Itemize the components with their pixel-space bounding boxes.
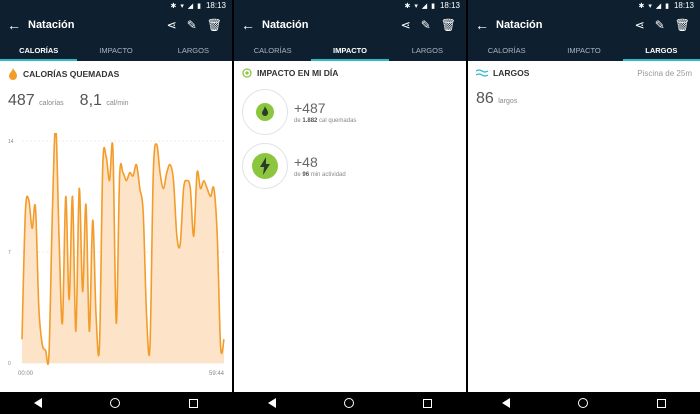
nav-home-icon[interactable] — [110, 398, 121, 408]
tab-largos[interactable]: LARGOS — [155, 39, 232, 61]
tab-bar: CALORÍAS IMPACTO LARGOS — [234, 39, 466, 61]
page-title: Natación — [28, 19, 75, 31]
edit-icon[interactable]: ✎ — [655, 18, 665, 32]
nav-back-icon[interactable] — [502, 398, 511, 408]
impact-ring — [242, 89, 288, 135]
status-time: 18:13 — [673, 1, 694, 10]
tab-impacto[interactable]: IMPACTO — [545, 39, 622, 61]
back-arrow-icon[interactable]: ← — [468, 17, 496, 33]
tab-largos[interactable]: LARGOS — [622, 39, 700, 61]
delete-icon[interactable]: 🗑 — [441, 18, 456, 32]
status-icons: ✱ ▾ ◢ ▮ — [170, 2, 202, 10]
largos-content: LARGOS Piscina de 25m 86 largos — [468, 61, 700, 392]
tab-impacto[interactable]: IMPACTO — [311, 39, 389, 61]
pool-length: Piscina de 25m — [637, 68, 692, 78]
impact-value: +48 — [294, 154, 318, 170]
section-title: LARGOS — [493, 68, 530, 78]
x-tick-label: 00:00 — [18, 371, 34, 377]
impact-detail: de 96 min actividad — [294, 172, 346, 178]
edit-icon[interactable]: ✎ — [187, 18, 197, 32]
screen-calorias: ✱ ▾ ◢ ▮ 18:13 ← Natación ⋖ ✎ 🗑 CALORÍAS … — [0, 0, 232, 414]
page-title: Natación — [262, 19, 309, 31]
app-bar: ← Natación ⋖ ✎ 🗑 — [0, 11, 232, 39]
nav-bar — [468, 392, 700, 414]
status-time: 18:13 — [439, 1, 460, 10]
section-header: CALORÍAS QUEMADAS — [0, 61, 232, 80]
share-icon[interactable]: ⋖ — [401, 18, 411, 32]
impact-detail: de 1.882 cal quemadas — [294, 118, 357, 124]
nav-recents-icon[interactable] — [188, 398, 198, 408]
tab-calorias[interactable]: CALORÍAS — [468, 39, 545, 61]
section-title: CALORÍAS QUEMADAS — [23, 69, 120, 79]
tab-bar: CALORÍAS IMPACTO LARGOS — [0, 39, 232, 61]
status-icons: ✱ ▾ ◢ ▮ — [404, 2, 436, 10]
laps-stats: 86 largos — [468, 78, 700, 108]
tab-impacto[interactable]: IMPACTO — [77, 39, 154, 61]
calorie-stats: 487 calorías 8,1 cal/min — [0, 80, 232, 110]
y-tick-label: 7 — [8, 250, 11, 256]
impacto-content: IMPACTO EN MI DÍA +487 de 1.882 cal quem… — [234, 61, 466, 392]
delete-icon[interactable]: 🗑 — [207, 18, 222, 32]
status-bar: ✱ ▾ ◢ ▮ 18:13 — [234, 0, 466, 11]
tab-bar: CALORÍAS IMPACTO LARGOS — [468, 39, 700, 61]
lightning-icon — [252, 153, 278, 179]
calories-chart: 14 7 0 00:00 59:44 — [8, 133, 225, 377]
screen-impacto: ✱ ▾ ◢ ▮ 18:13 ← Natación ⋖ ✎ 🗑 CALORÍAS … — [234, 0, 466, 414]
status-bar: ✱ ▾ ◢ ▮ 18:13 — [468, 0, 700, 11]
tab-largos[interactable]: LARGOS — [389, 39, 466, 61]
section-title: IMPACTO EN MI DÍA — [257, 68, 339, 78]
nav-recents-icon[interactable] — [422, 398, 432, 408]
nav-home-icon[interactable] — [578, 398, 589, 408]
nav-bar — [234, 392, 466, 414]
calorias-content: CALORÍAS QUEMADAS 487 calorías 8,1 cal/m… — [0, 61, 232, 392]
x-tick-label: 59:44 — [209, 371, 225, 377]
screen-largos: ✱ ▾ ◢ ▮ 18:13 ← Natación ⋖ ✎ 🗑 CALORÍAS … — [468, 0, 700, 414]
y-tick-label: 14 — [8, 139, 14, 145]
delete-icon[interactable]: 🗑 — [675, 18, 690, 32]
calorie-rate: 8,1 — [79, 92, 102, 109]
y-tick-label: 0 — [8, 361, 11, 367]
impact-ring — [242, 143, 288, 189]
back-arrow-icon[interactable]: ← — [0, 17, 28, 33]
share-icon[interactable]: ⋖ — [635, 18, 645, 32]
tab-calorias[interactable]: CALORÍAS — [0, 39, 78, 61]
impact-item-calories: +487 de 1.882 cal quemadas — [242, 89, 356, 135]
laps-count: 86 — [476, 90, 494, 107]
page-title: Natación — [496, 19, 543, 31]
back-arrow-icon[interactable]: ← — [234, 17, 262, 33]
fire-icon — [256, 103, 274, 121]
nav-bar — [0, 392, 232, 414]
status-bar: ✱ ▾ ◢ ▮ 18:13 — [0, 0, 232, 11]
edit-icon[interactable]: ✎ — [421, 18, 431, 32]
nav-back-icon[interactable] — [34, 398, 43, 408]
section-header: IMPACTO EN MI DÍA — [234, 61, 466, 78]
impact-item-activity: +48 de 96 min actividad — [242, 143, 346, 189]
status-time: 18:13 — [205, 1, 226, 10]
calorie-total-unit: calorías — [39, 100, 64, 107]
nav-home-icon[interactable] — [344, 398, 355, 408]
section-header: LARGOS Piscina de 25m — [468, 61, 700, 78]
flame-icon — [9, 68, 17, 80]
calorie-total: 487 — [8, 92, 35, 109]
target-icon — [242, 68, 252, 78]
app-bar: ← Natación ⋖ ✎ 🗑 — [234, 11, 466, 39]
waves-icon — [476, 69, 488, 77]
status-icons: ✱ ▾ ◢ ▮ — [638, 2, 670, 10]
calorie-rate-unit: cal/min — [106, 100, 129, 107]
tab-calorias[interactable]: CALORÍAS — [234, 39, 311, 61]
share-icon[interactable]: ⋖ — [167, 18, 177, 32]
nav-recents-icon[interactable] — [656, 398, 666, 408]
laps-unit: largos — [498, 98, 518, 105]
impact-value: +487 — [294, 100, 326, 116]
nav-back-icon[interactable] — [268, 398, 277, 408]
app-bar: ← Natación ⋖ ✎ 🗑 — [468, 11, 700, 39]
